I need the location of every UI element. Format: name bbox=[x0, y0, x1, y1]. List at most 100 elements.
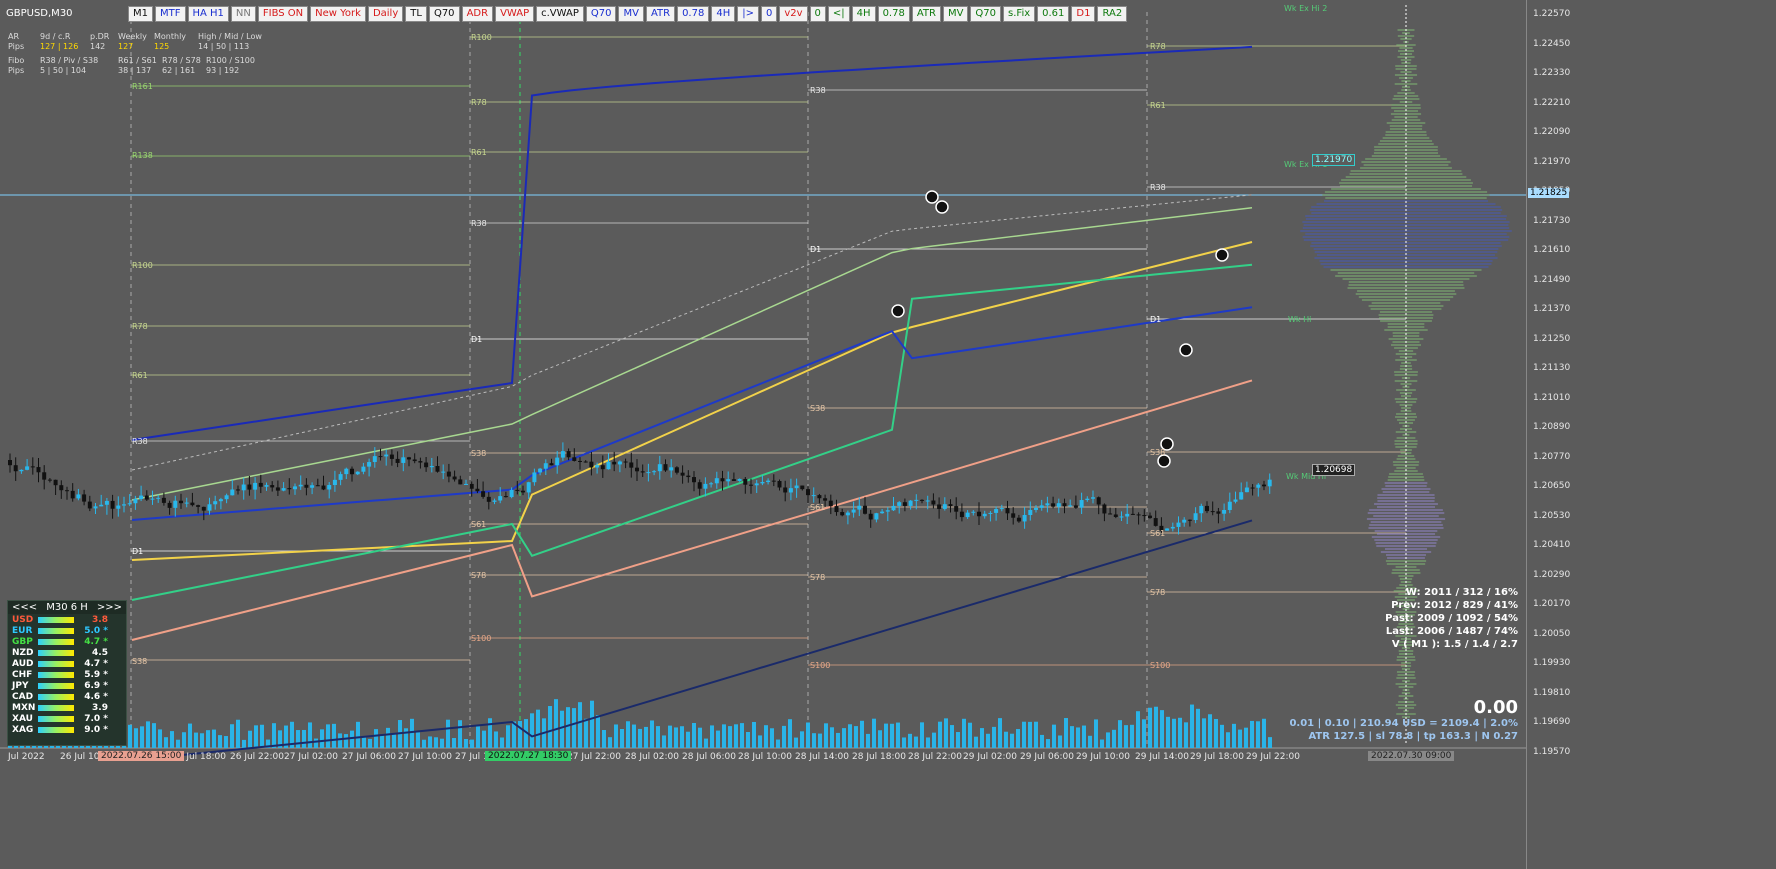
candle-body bbox=[76, 494, 80, 498]
vwap-line bbox=[132, 242, 1252, 560]
candle-body bbox=[430, 466, 434, 467]
candle-body bbox=[1228, 502, 1232, 510]
toolbar-button-4h-22[interactable]: 4H bbox=[852, 6, 876, 22]
toolbar-button-nn-3[interactable]: NN bbox=[231, 6, 256, 22]
volume-bar bbox=[824, 723, 828, 748]
candle-body bbox=[510, 490, 514, 497]
volume-bar bbox=[1154, 707, 1158, 748]
candle-body bbox=[111, 501, 115, 509]
level-r78-b: R78 bbox=[132, 322, 148, 331]
volume-bar bbox=[1040, 735, 1044, 748]
panel-prev-button[interactable]: <<< bbox=[12, 602, 37, 613]
stats-line: W: 2011 / 312 / 16% bbox=[1385, 586, 1518, 599]
toolbar-button-s-fix-27[interactable]: s.Fix bbox=[1003, 6, 1035, 22]
volume-bar bbox=[230, 724, 234, 748]
candle-body bbox=[1194, 513, 1198, 520]
candle-body bbox=[584, 462, 588, 463]
strength-bar bbox=[38, 683, 74, 689]
strength-bar bbox=[38, 716, 74, 722]
level-s38-c: S38 bbox=[810, 404, 825, 413]
level-d1-b: D1 bbox=[132, 547, 143, 556]
candle-body bbox=[937, 504, 941, 508]
level-d1-a: D1 bbox=[471, 335, 482, 344]
candle-body bbox=[1057, 503, 1061, 507]
candle-body bbox=[897, 502, 901, 506]
toolbar-button-daily-6[interactable]: Daily bbox=[368, 6, 403, 22]
candle-body bbox=[589, 462, 593, 468]
currency-row: AUD 4.7 * bbox=[8, 658, 126, 669]
toolbar-button---17[interactable]: |> bbox=[737, 6, 759, 22]
toolbar-button-adr-9[interactable]: ADR bbox=[462, 6, 494, 22]
toolbar-button-new-york-5[interactable]: New York bbox=[310, 6, 366, 22]
volume-bar bbox=[308, 722, 312, 748]
toolbar-button-mv-25[interactable]: MV bbox=[943, 6, 968, 22]
volume-bar bbox=[812, 733, 816, 748]
level-r61-b: R61 bbox=[132, 371, 148, 380]
volume-bar bbox=[374, 729, 378, 748]
level-r38-c: R38 bbox=[810, 86, 826, 95]
toolbar-button-q70-8[interactable]: Q70 bbox=[429, 6, 460, 22]
toolbar-button-ha-h1-2[interactable]: HA H1 bbox=[188, 6, 229, 22]
volume-bar bbox=[428, 736, 432, 748]
candle-body bbox=[367, 462, 371, 467]
currency-row: XAU 7.0 * bbox=[8, 713, 126, 724]
volume-bar bbox=[1226, 732, 1230, 748]
volume-bar bbox=[392, 734, 396, 748]
toolbar-button-0-18[interactable]: 0 bbox=[761, 6, 777, 22]
toolbar-button-ra2-30[interactable]: RA2 bbox=[1097, 6, 1127, 22]
candle-body bbox=[1256, 485, 1260, 488]
toolbar-button-vwap-10[interactable]: VWAP bbox=[495, 6, 534, 22]
panel-next-button[interactable]: >>> bbox=[97, 602, 122, 613]
volume-bar bbox=[1250, 721, 1254, 748]
candle-body bbox=[270, 485, 274, 487]
candle-body bbox=[230, 489, 234, 495]
toolbar-button-tl-7[interactable]: TL bbox=[405, 6, 427, 22]
toolbar-button-4h-16[interactable]: 4H bbox=[711, 6, 735, 22]
volume-bar bbox=[434, 737, 438, 748]
toolbar-button-q70-26[interactable]: Q70 bbox=[970, 6, 1001, 22]
level-wk-hi: Wk Hi bbox=[1288, 315, 1311, 324]
candle-body bbox=[133, 499, 137, 503]
info-fibo-label: Fibo bbox=[8, 56, 40, 66]
toolbar-button-q70-12[interactable]: Q70 bbox=[586, 6, 617, 22]
volume-bar bbox=[146, 721, 150, 748]
volume-bar bbox=[1244, 728, 1248, 748]
info-r38-val: 5 | 50 | 104 bbox=[40, 66, 118, 76]
toolbar-button-0-78-15[interactable]: 0.78 bbox=[677, 6, 709, 22]
toolbar-button-d1-29[interactable]: D1 bbox=[1071, 6, 1095, 22]
volume-bar bbox=[464, 739, 468, 748]
volume-bar bbox=[578, 702, 582, 748]
info-r100: R100 / S100 bbox=[206, 56, 255, 66]
candle-body bbox=[664, 464, 668, 470]
candle-body bbox=[772, 481, 776, 482]
toolbar-button-mv-13[interactable]: MV bbox=[618, 6, 643, 22]
toolbar-button-0-78-23[interactable]: 0.78 bbox=[878, 6, 910, 22]
level-r38-a: R38 bbox=[471, 219, 487, 228]
volume-bar bbox=[1262, 719, 1266, 748]
candle-body bbox=[892, 506, 896, 510]
candle-body bbox=[931, 501, 935, 505]
toolbar-button-c-vwap-11[interactable]: c.VWAP bbox=[536, 6, 584, 22]
candle-body bbox=[578, 461, 582, 462]
volume-bar bbox=[878, 730, 882, 748]
toolbar-button---21[interactable]: <| bbox=[828, 6, 850, 22]
candle-body bbox=[1251, 488, 1255, 489]
toolbar-button-v2v-19[interactable]: v2v bbox=[779, 6, 807, 22]
candle-body bbox=[914, 500, 918, 501]
toolbar-button-0-61-28[interactable]: 0.61 bbox=[1037, 6, 1069, 22]
toolbar-button-fibs-on-4[interactable]: FIBS ON bbox=[258, 6, 308, 22]
info-row-fibo: Fibo R38 / Piv / S38 R61 / S61 R78 / S78… bbox=[8, 56, 262, 66]
candle-body bbox=[48, 480, 52, 481]
toolbar-button-atr-24[interactable]: ATR bbox=[912, 6, 941, 22]
toolbar-button-atr-14[interactable]: ATR bbox=[646, 6, 675, 22]
candle-body bbox=[857, 506, 861, 510]
currency-code: USD bbox=[12, 615, 38, 625]
strength-value: 3.8 bbox=[78, 615, 108, 625]
price-label: 1.20530 bbox=[1533, 511, 1570, 521]
toolbar-button-mtf-1[interactable]: MTF bbox=[155, 6, 186, 22]
candle-body bbox=[8, 460, 12, 465]
toolbar-button-0-20[interactable]: 0 bbox=[810, 6, 826, 22]
info-weekly: Weekly bbox=[118, 32, 154, 42]
candle-body bbox=[322, 486, 326, 490]
toolbar-button-m1-0[interactable]: M1 bbox=[128, 6, 153, 22]
